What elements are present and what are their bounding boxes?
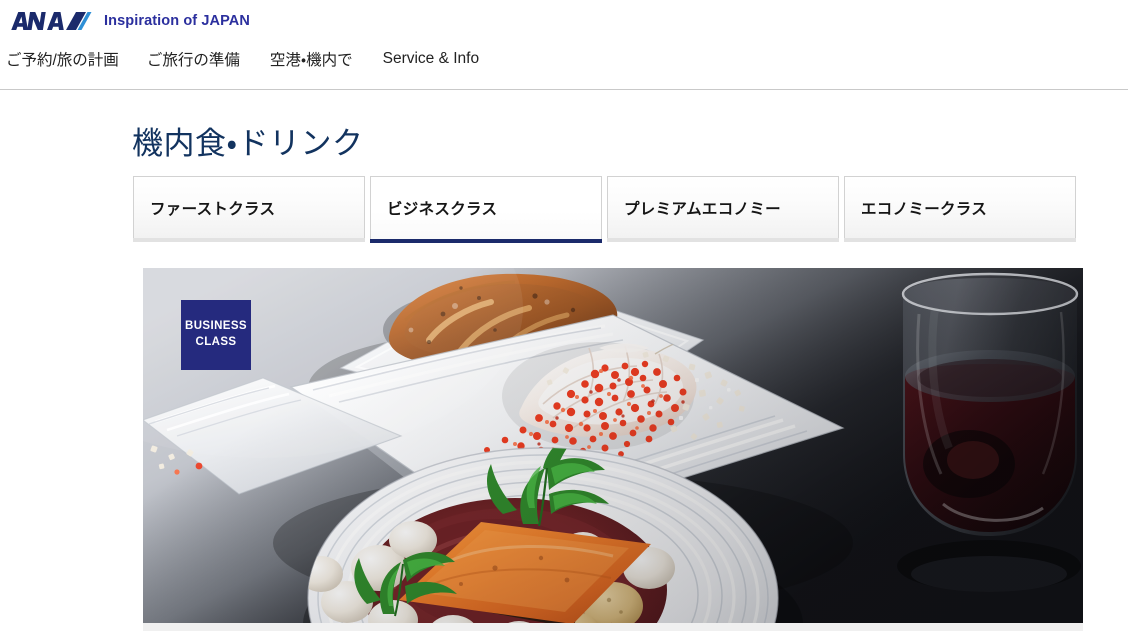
content-bottom-strip: [143, 623, 1083, 631]
main-navigation: ご予約/旅の計画 ご旅行の準備 空港・機内で Service & Info: [0, 46, 479, 72]
tab-business-class[interactable]: ビジネスクラス: [370, 176, 602, 243]
active-tab-indicator: [370, 239, 602, 243]
hero-image-container: BUSINESS CLASS: [143, 268, 1083, 623]
tab-economy-class-label: エコノミークラス: [861, 200, 988, 218]
brand-tagline: Inspiration of JAPAN: [104, 13, 250, 29]
nav-item-booking[interactable]: ご予約/旅の計画: [6, 46, 119, 72]
tab-first-class[interactable]: ファーストクラス: [133, 176, 365, 242]
badge-line-1: BUSINESS: [185, 320, 247, 333]
tab-first-class-label: ファーストクラス: [150, 200, 276, 218]
inflight-meal-photo: [143, 268, 1083, 623]
nav-item-preparation[interactable]: ご旅行の準備: [147, 46, 240, 72]
badge-line-2: CLASS: [195, 336, 237, 348]
nav-item-airport[interactable]: 空港・機内で: [270, 46, 353, 72]
ana-logo-icon: [11, 12, 92, 30]
site-header: Inspiration of JAPAN ご予約/旅の計画 ご旅行の準備 空港・…: [0, 0, 1128, 90]
nav-item-service-info[interactable]: Service & Info: [383, 48, 480, 70]
business-class-badge: BUSINESS CLASS: [181, 300, 251, 370]
page-title: 機内食・ドリンク: [132, 126, 364, 161]
tab-economy-class[interactable]: エコノミークラス: [844, 176, 1076, 242]
tab-premium-economy[interactable]: プレミアムエコノミー: [607, 176, 839, 242]
cabin-class-tablist: ファーストクラス ビジネスクラス プレミアムエコノミー エコノミークラス: [133, 176, 1083, 243]
tab-premium-economy-label: プレミアムエコノミー: [624, 200, 781, 218]
brand-logo-area[interactable]: Inspiration of JAPAN: [8, 8, 250, 34]
tab-business-class-label: ビジネスクラス: [387, 201, 498, 218]
